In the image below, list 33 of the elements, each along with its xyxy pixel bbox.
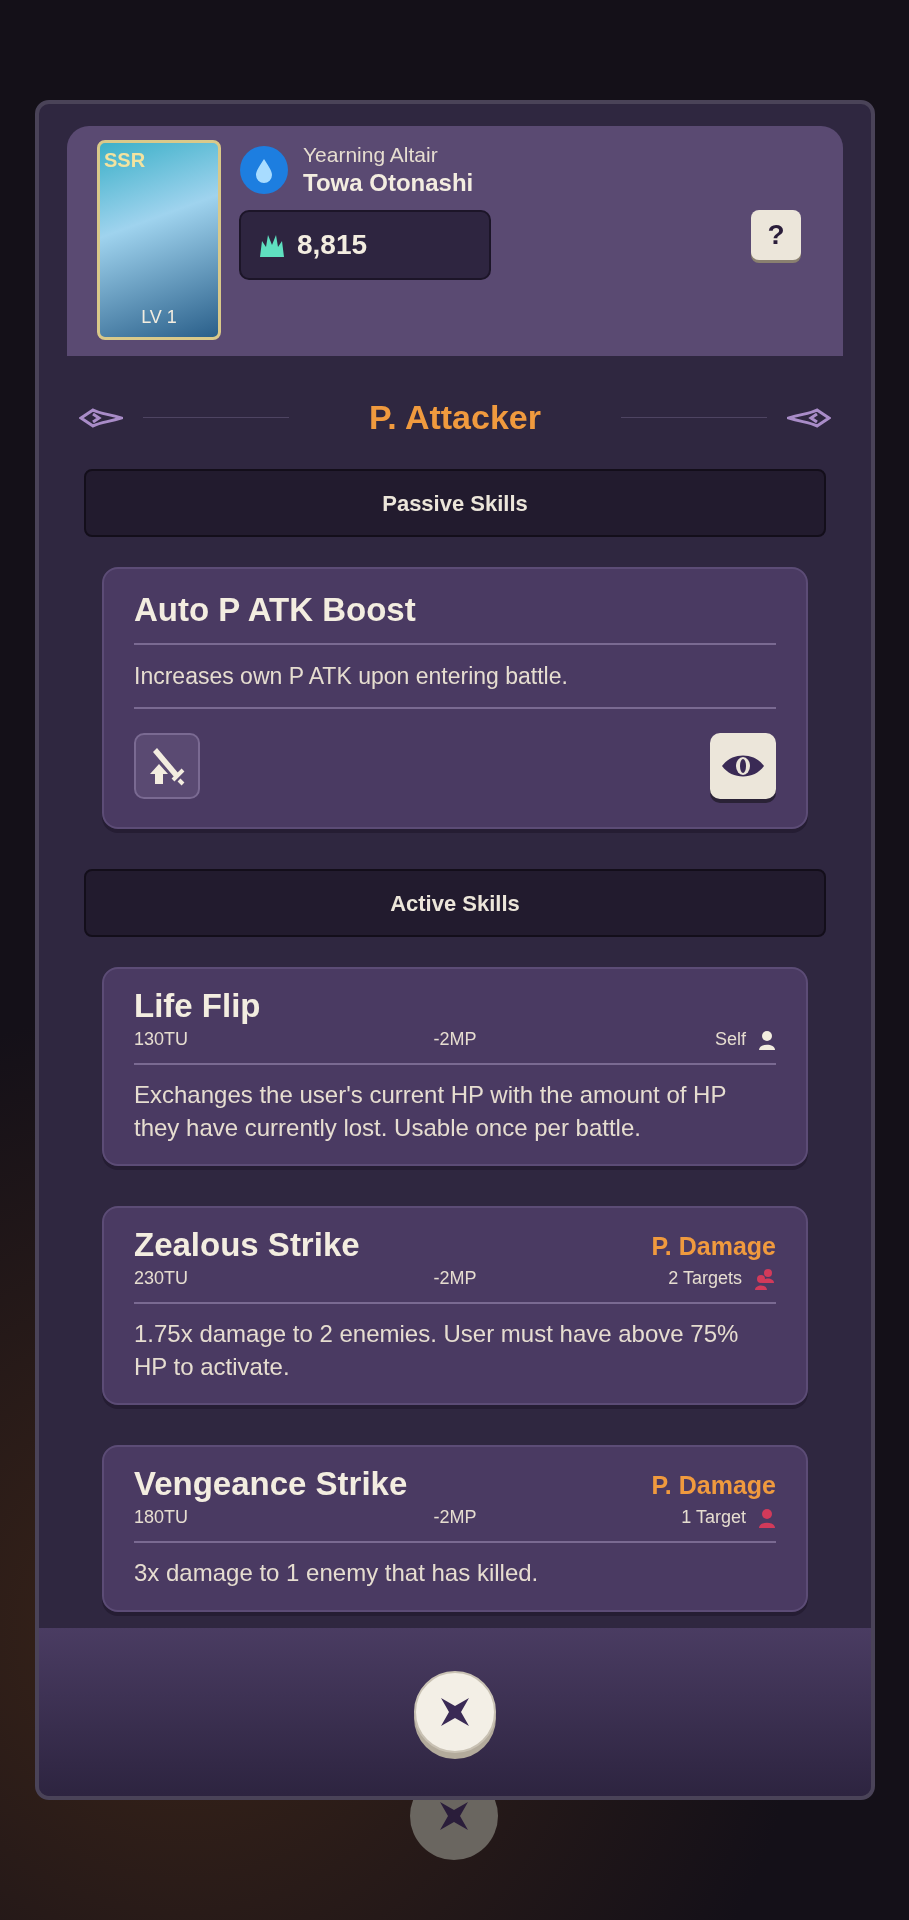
target-label: 1 Target <box>681 1506 746 1530</box>
skill-name: Auto P ATK Boost <box>134 585 776 645</box>
skill-description: Increases own P ATK upon entering battle. <box>134 644 776 709</box>
water-element-icon <box>239 145 289 196</box>
help-button[interactable]: ? <box>751 210 801 260</box>
target-label: Self <box>714 1028 746 1052</box>
tu-cost: 130TU <box>134 1028 190 1052</box>
tu-cost: 180TU <box>134 1506 190 1530</box>
skill-name: Zealous Strike <box>134 1225 360 1266</box>
section-header: Active Skills <box>84 869 826 937</box>
tu-cost: 230TU <box>134 1267 190 1291</box>
target-label: 2 Targets <box>668 1267 742 1291</box>
mp-cost: -2MP <box>432 1028 478 1052</box>
section-header: Passive Skills <box>84 469 826 537</box>
skill-name: Vengeance Strike <box>134 1464 408 1505</box>
skill-name: Life Flip <box>134 986 261 1026</box>
damage-type: P. Damage <box>651 1230 776 1262</box>
mp-cost: -2MP <box>432 1506 478 1530</box>
damage-type: P. Damage <box>651 1469 776 1501</box>
rarity-label: SSR <box>104 148 146 173</box>
character-epithet: Yearning Altair <box>303 142 439 168</box>
skill-description: 3x damage to 1 enemy that has killed. <box>134 1558 540 1589</box>
mp-cost: -2MP <box>432 1267 478 1291</box>
person-icon <box>758 1507 776 1528</box>
skill-description: Exchanges the user's current HP with the amount of HP they have currently lost. Usable once per battle. <box>134 1080 727 1143</box>
group-icon <box>754 1267 776 1290</box>
sword-upgrade-button[interactable] <box>134 733 200 799</box>
class-title: P. Attacker <box>368 397 542 438</box>
skill-description: 1.75x damage to 2 enemies. User must have above 75% HP to activate. <box>134 1319 740 1382</box>
person-icon <box>758 1029 776 1050</box>
level-label: LV 1 <box>140 306 178 329</box>
character-name: Towa Otonashi <box>303 168 474 199</box>
power-display: 8,815 <box>239 210 491 281</box>
